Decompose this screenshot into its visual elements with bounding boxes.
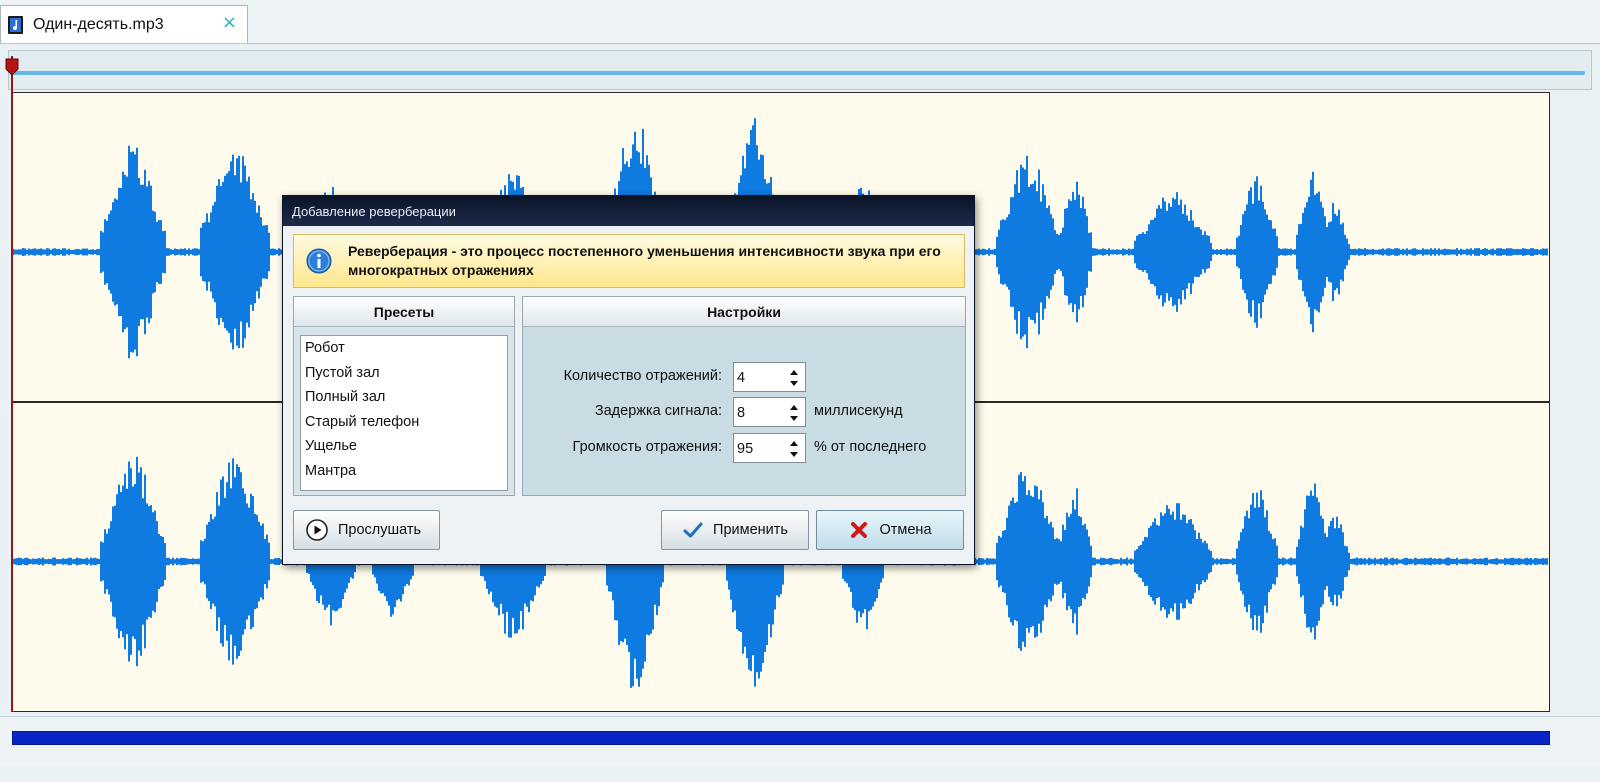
cancel-button-label: Отмена (879, 522, 932, 538)
volume-unit: % от последнего (814, 439, 927, 455)
spin-down-icon[interactable] (786, 413, 802, 425)
delay-row: Задержка сигнала: миллисекунд (523, 397, 967, 427)
bottom-strip (0, 716, 1600, 766)
preset-item-mantra[interactable]: Мантра (301, 463, 507, 488)
volume-row: Громкость отражения: % от последнего (523, 433, 967, 463)
file-tab[interactable]: Один-десять.mp3 × (0, 5, 248, 43)
delay-label: Задержка сигнала: (594, 403, 722, 419)
cancel-button[interactable]: Отмена (816, 510, 964, 550)
playhead-marker-icon[interactable] (5, 58, 19, 76)
apply-button-label: Применить (713, 522, 788, 538)
reverb-dialog: Добавление реверберации Реверберация - э… (282, 195, 975, 565)
tab-bar: Один-десять.mp3 × (0, 0, 1600, 44)
preset-list[interactable]: Робот Пустой зал Полный зал Старый телеф… (300, 335, 508, 491)
play-icon (306, 519, 328, 541)
close-tab-icon[interactable]: × (222, 14, 237, 32)
info-text: Реверберация - это процесс постепенного … (348, 243, 941, 278)
reflections-label: Количество отражений: (563, 368, 722, 384)
preset-item-full-hall[interactable]: Полный зал (301, 389, 507, 414)
preset-item-empty-hall[interactable]: Пустой зал (301, 365, 507, 390)
spin-up-icon[interactable] (786, 437, 802, 449)
settings-panel: Настройки Количество отражений: Задержка… (522, 296, 966, 496)
timeline-track[interactable] (13, 71, 1585, 75)
cross-icon (851, 522, 868, 538)
audio-file-icon (8, 15, 23, 34)
volume-spinbox[interactable] (733, 433, 806, 463)
apply-button[interactable]: Применить (661, 510, 809, 550)
info-banner: Реверберация - это процесс постепенного … (293, 234, 965, 288)
horizontal-scrollbar[interactable] (12, 731, 1550, 745)
delay-input[interactable] (737, 403, 777, 423)
spin-down-icon[interactable] (786, 378, 802, 390)
checkmark-icon (683, 522, 703, 538)
volume-input[interactable] (737, 439, 777, 459)
info-icon (306, 248, 332, 274)
delay-unit: миллисекунд (814, 403, 903, 419)
spin-up-icon[interactable] (786, 401, 802, 413)
spin-up-icon[interactable] (786, 366, 802, 378)
presets-header: Пресеты (294, 297, 514, 327)
file-tab-title: Один-десять.mp3 (33, 15, 164, 33)
delay-spinbox[interactable] (733, 397, 806, 427)
preset-item-canyon[interactable]: Ущелье (301, 438, 507, 463)
spin-down-icon[interactable] (786, 449, 802, 461)
reflections-spinbox[interactable] (733, 362, 806, 392)
timeline-ruler[interactable] (8, 50, 1592, 90)
dialog-title: Добавление реверберации (283, 196, 974, 226)
reflections-row: Количество отражений: (523, 362, 967, 392)
listen-button[interactable]: Прослушать (293, 510, 440, 550)
settings-header: Настройки (523, 297, 965, 327)
preset-item-robot[interactable]: Робот (301, 340, 507, 365)
reflections-input[interactable] (737, 368, 777, 388)
preset-item-old-phone[interactable]: Старый телефон (301, 414, 507, 439)
volume-label: Громкость отражения: (572, 439, 722, 455)
listen-button-label: Прослушать (338, 522, 422, 538)
playhead-line[interactable] (11, 56, 13, 712)
presets-panel: Пресеты Робот Пустой зал Полный зал Стар… (293, 296, 515, 496)
